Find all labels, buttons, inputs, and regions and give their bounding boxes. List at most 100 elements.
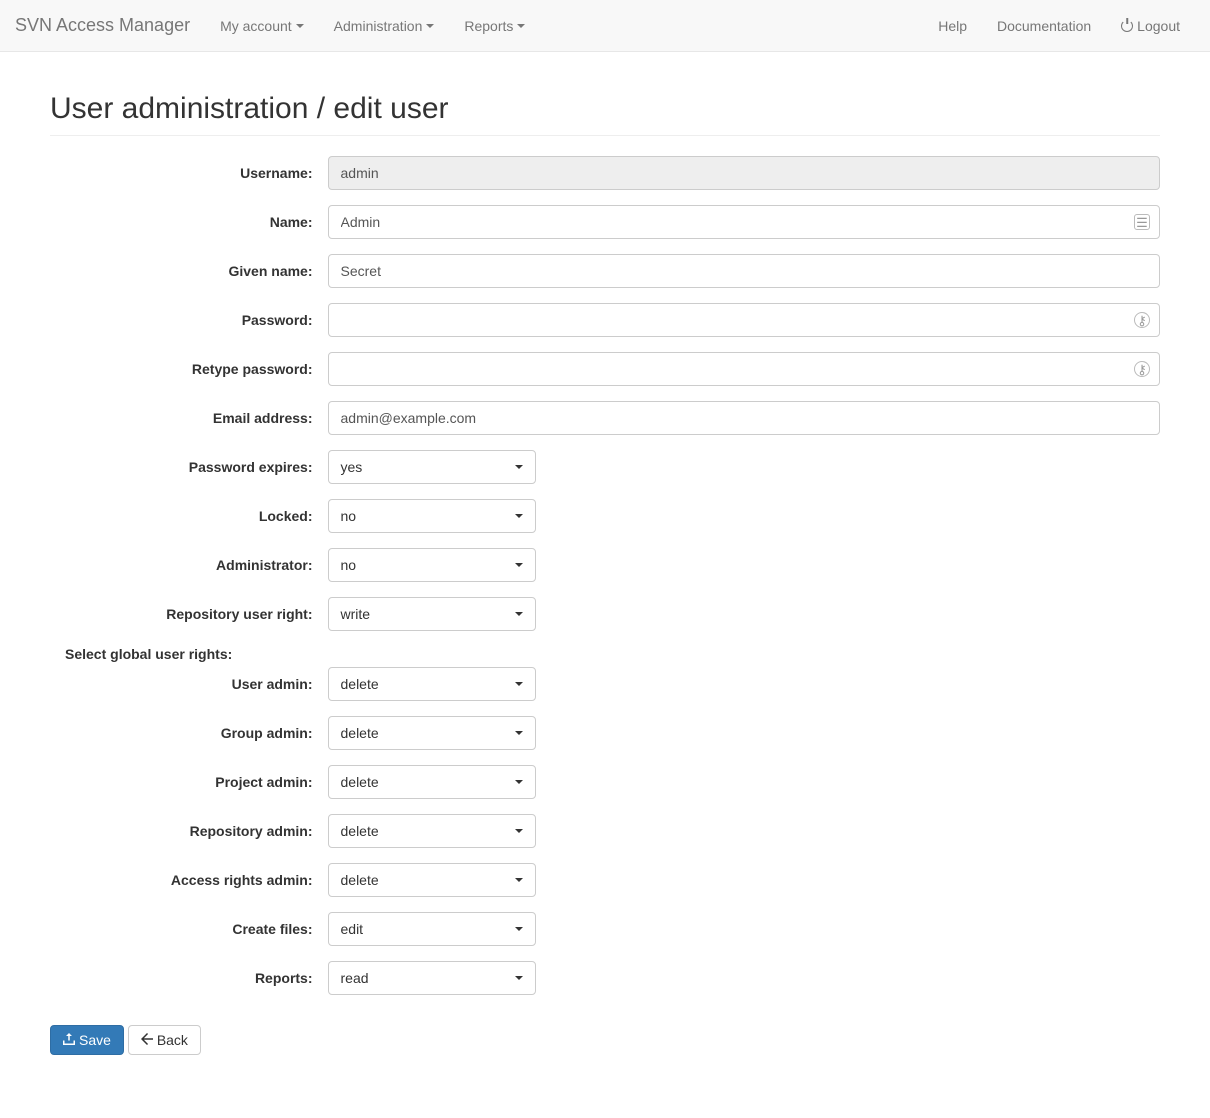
select-locked[interactable]: no: [328, 499, 536, 533]
nav-logout[interactable]: Logout: [1106, 3, 1195, 49]
label-administrator: Administrator:: [50, 557, 328, 573]
select-access-rights-admin[interactable]: delete: [328, 863, 536, 897]
back-icon: [141, 1032, 153, 1048]
brand[interactable]: SVN Access Manager: [15, 0, 205, 51]
nav-my-account[interactable]: My account: [205, 3, 319, 49]
label-givenname: Given name:: [50, 263, 328, 279]
section-global-rights: Select global user rights:: [65, 646, 1160, 662]
nav-documentation[interactable]: Documentation: [982, 3, 1106, 49]
row-user-admin: User admin: delete: [50, 667, 1160, 701]
label-access-rights-admin: Access rights admin:: [50, 872, 328, 888]
form-actions: Save Back: [50, 1025, 1160, 1055]
label-locked: Locked:: [50, 508, 328, 524]
nav-label: Administration: [334, 18, 423, 34]
save-label: Save: [79, 1032, 111, 1048]
row-name: Name: ☰: [50, 205, 1160, 239]
caret-icon: [515, 878, 523, 882]
row-repository-admin: Repository admin: delete: [50, 814, 1160, 848]
select-value: no: [341, 508, 357, 524]
navbar-right: Help Documentation Logout: [923, 3, 1195, 49]
save-icon: [63, 1032, 75, 1048]
back-label: Back: [157, 1032, 188, 1048]
select-value: no: [341, 557, 357, 573]
select-project-admin[interactable]: delete: [328, 765, 536, 799]
select-value: delete: [341, 872, 379, 888]
page-header: User administration / edit user: [50, 92, 1160, 136]
label-repo-user-right: Repository user right:: [50, 606, 328, 622]
input-email[interactable]: [328, 401, 1161, 435]
row-email: Email address:: [50, 401, 1160, 435]
select-repository-admin[interactable]: delete: [328, 814, 536, 848]
select-repo-user-right[interactable]: write: [328, 597, 536, 631]
label-project-admin: Project admin:: [50, 774, 328, 790]
page-title: User administration / edit user: [50, 92, 1160, 126]
row-create-files: Create files: edit: [50, 912, 1160, 946]
input-username: [328, 156, 1161, 190]
label-reports: Reports:: [50, 970, 328, 986]
label-name: Name:: [50, 214, 328, 230]
row-repo-user-right: Repository user right: write: [50, 597, 1160, 631]
input-givenname[interactable]: [328, 254, 1161, 288]
input-name[interactable]: [328, 205, 1161, 239]
row-group-admin: Group admin: delete: [50, 716, 1160, 750]
power-icon: [1121, 20, 1133, 32]
label-password-expires: Password expires:: [50, 459, 328, 475]
label-group-admin: Group admin:: [50, 725, 328, 741]
select-administrator[interactable]: no: [328, 548, 536, 582]
caret-icon: [515, 829, 523, 833]
select-create-files[interactable]: edit: [328, 912, 536, 946]
label-email: Email address:: [50, 410, 328, 426]
select-value: edit: [341, 921, 364, 937]
nav-help[interactable]: Help: [923, 3, 982, 49]
caret-icon: [515, 465, 523, 469]
caret-icon: [426, 24, 434, 28]
nav-reports[interactable]: Reports: [449, 3, 540, 49]
row-givenname: Given name:: [50, 254, 1160, 288]
select-value: delete: [341, 774, 379, 790]
row-locked: Locked: no: [50, 499, 1160, 533]
save-button[interactable]: Save: [50, 1025, 124, 1055]
select-group-admin[interactable]: delete: [328, 716, 536, 750]
nav-label: Reports: [464, 18, 513, 34]
caret-icon: [517, 24, 525, 28]
select-value: delete: [341, 725, 379, 741]
select-value: yes: [341, 459, 363, 475]
caret-icon: [515, 612, 523, 616]
navbar: SVN Access Manager My account Administra…: [0, 0, 1210, 52]
row-administrator: Administrator: no: [50, 548, 1160, 582]
caret-icon: [515, 731, 523, 735]
back-button[interactable]: Back: [128, 1025, 201, 1055]
row-username: Username:: [50, 156, 1160, 190]
edit-user-form: Username: Name: ☰ Given name: Password: …: [50, 156, 1160, 1055]
caret-icon: [515, 514, 523, 518]
caret-icon: [515, 780, 523, 784]
nav-label: Logout: [1137, 18, 1180, 34]
nav-administration[interactable]: Administration: [319, 3, 450, 49]
caret-icon: [515, 927, 523, 931]
row-password: Password: ⚷: [50, 303, 1160, 337]
select-value: write: [341, 606, 371, 622]
label-retype-password: Retype password:: [50, 361, 328, 377]
input-password[interactable]: [328, 303, 1161, 337]
row-password-expires: Password expires: yes: [50, 450, 1160, 484]
select-value: delete: [341, 823, 379, 839]
row-access-rights-admin: Access rights admin: delete: [50, 863, 1160, 897]
select-value: delete: [341, 676, 379, 692]
main-container: User administration / edit user Username…: [35, 92, 1175, 1055]
caret-icon: [296, 24, 304, 28]
caret-icon: [515, 563, 523, 567]
navbar-left: My account Administration Reports: [205, 3, 540, 49]
label-create-files: Create files:: [50, 921, 328, 937]
row-reports: Reports: read: [50, 961, 1160, 995]
label-repository-admin: Repository admin:: [50, 823, 328, 839]
row-retype-password: Retype password: ⚷: [50, 352, 1160, 386]
label-username: Username:: [50, 165, 328, 181]
row-project-admin: Project admin: delete: [50, 765, 1160, 799]
select-user-admin[interactable]: delete: [328, 667, 536, 701]
select-password-expires[interactable]: yes: [328, 450, 536, 484]
input-retype-password[interactable]: [328, 352, 1161, 386]
select-reports[interactable]: read: [328, 961, 536, 995]
label-password: Password:: [50, 312, 328, 328]
nav-label: My account: [220, 18, 292, 34]
select-value: read: [341, 970, 369, 986]
